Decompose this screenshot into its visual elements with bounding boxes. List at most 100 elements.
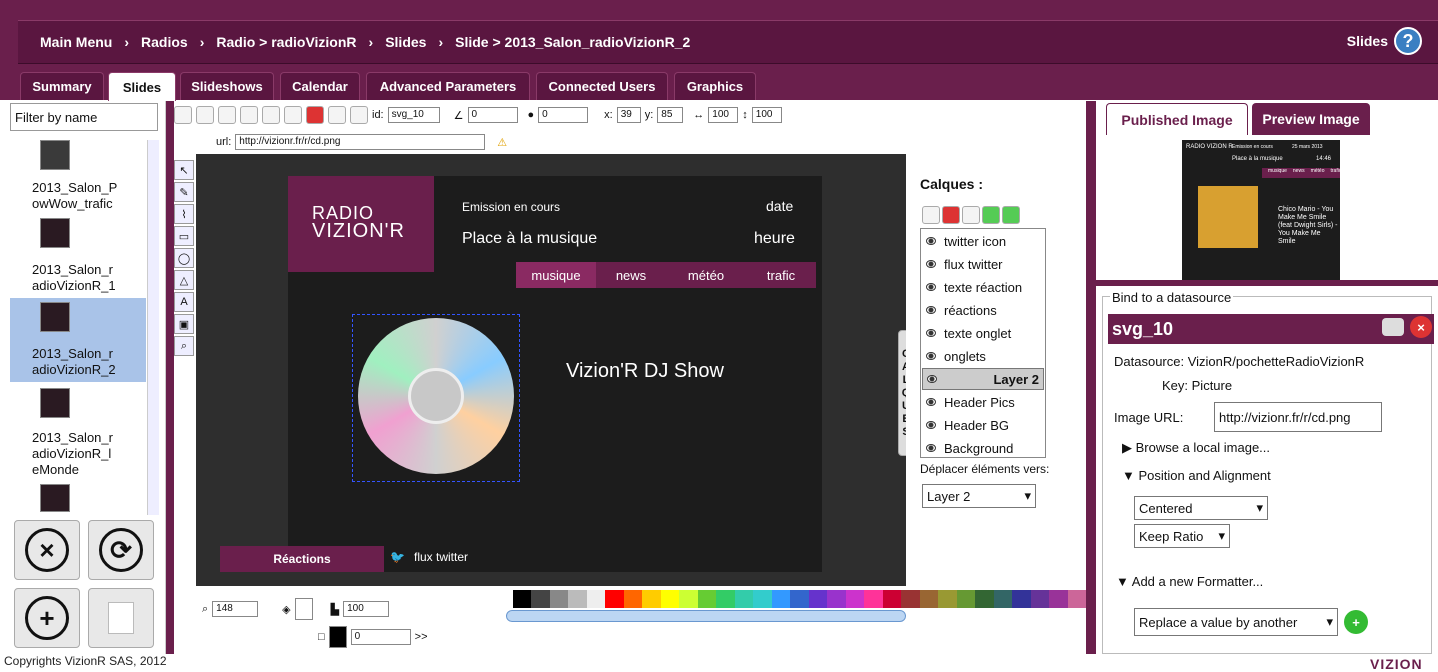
help-icon[interactable]: ? bbox=[1394, 27, 1422, 55]
color-swatch[interactable] bbox=[882, 590, 901, 608]
url-field[interactable]: http://vizionr.fr/r/cd.png bbox=[235, 134, 486, 150]
stroke-width-field[interactable]: 0 bbox=[350, 629, 411, 645]
color-swatch[interactable] bbox=[568, 590, 587, 608]
x-field[interactable]: 39 bbox=[616, 107, 641, 123]
eye-icon[interactable] bbox=[926, 352, 936, 360]
list-item[interactable]: 2013_Salon_r adioVizionR_2 bbox=[32, 346, 142, 378]
select-tool-icon[interactable]: ↖ bbox=[174, 160, 194, 180]
tab-published-image[interactable]: Published Image bbox=[1106, 103, 1248, 135]
refresh-button[interactable]: ⟳ bbox=[88, 520, 154, 580]
height-field[interactable]: 100 bbox=[751, 107, 782, 123]
eye-icon[interactable] bbox=[926, 237, 936, 245]
color-swatch[interactable] bbox=[753, 590, 772, 608]
clone-icon[interactable] bbox=[284, 106, 302, 124]
tab-connected-users[interactable]: Connected Users bbox=[536, 72, 668, 100]
bring-front-icon[interactable] bbox=[328, 106, 346, 124]
list-item[interactable]: 2013_Salon_r adioVizionR_1 bbox=[32, 262, 142, 294]
color-swatch[interactable] bbox=[494, 590, 513, 608]
tab-summary[interactable]: Summary bbox=[20, 72, 104, 100]
color-swatch[interactable] bbox=[1067, 590, 1086, 608]
color-swatch[interactable] bbox=[1030, 590, 1049, 608]
slide-thumbnail[interactable] bbox=[40, 302, 70, 332]
color-swatch[interactable] bbox=[623, 590, 642, 608]
eye-icon[interactable] bbox=[926, 283, 936, 291]
color-swatch[interactable] bbox=[845, 590, 864, 608]
color-swatch[interactable] bbox=[697, 590, 716, 608]
path-tool-icon[interactable]: ⌇ bbox=[174, 204, 194, 224]
rect-tool-icon[interactable]: ▭ bbox=[174, 226, 194, 246]
color-swatch[interactable] bbox=[919, 590, 938, 608]
delete-layer-icon[interactable] bbox=[942, 206, 960, 224]
stroke-swatch[interactable] bbox=[328, 626, 347, 648]
color-swatch[interactable] bbox=[734, 590, 753, 608]
breadcrumb-slides[interactable]: Slides bbox=[385, 34, 426, 50]
eye-icon[interactable] bbox=[926, 260, 936, 268]
layer-item-selected[interactable]: Layer 2 bbox=[922, 368, 1044, 390]
layer-item[interactable]: Header Pics bbox=[922, 391, 1044, 413]
color-swatch[interactable] bbox=[679, 590, 698, 608]
tab-preview-image[interactable]: Preview Image bbox=[1252, 103, 1370, 135]
formatter-select[interactable]: Replace a value by another ▾ bbox=[1134, 608, 1338, 636]
color-swatch[interactable] bbox=[642, 590, 661, 608]
color-swatch[interactable] bbox=[1049, 590, 1068, 608]
duplicate-slide-button[interactable] bbox=[88, 588, 154, 648]
tab-calendar[interactable]: Calendar bbox=[280, 72, 360, 100]
text-tool-icon[interactable]: A bbox=[174, 292, 194, 312]
color-swatch[interactable] bbox=[864, 590, 883, 608]
ratio-select[interactable]: Keep Ratio ▾ bbox=[1134, 524, 1230, 548]
key-icon[interactable] bbox=[1382, 318, 1404, 336]
slide-thumbnail[interactable] bbox=[40, 218, 70, 248]
layer-item[interactable]: réactions bbox=[922, 299, 1044, 321]
undo-icon[interactable] bbox=[240, 106, 258, 124]
zoom-tool-icon[interactable]: ⌕ bbox=[174, 336, 194, 356]
id-field[interactable]: svg_10 bbox=[387, 107, 440, 123]
tab-slides[interactable]: Slides bbox=[108, 72, 176, 101]
color-swatch[interactable] bbox=[531, 590, 550, 608]
color-swatch[interactable] bbox=[901, 590, 920, 608]
image-tool-icon[interactable]: ▣ bbox=[174, 314, 194, 334]
splitter-right[interactable] bbox=[1086, 101, 1096, 654]
more-button[interactable]: >> bbox=[415, 631, 428, 643]
breadcrumb-radios[interactable]: Radios bbox=[141, 34, 188, 50]
slide-thumbnail[interactable] bbox=[40, 140, 70, 170]
eye-icon[interactable] bbox=[926, 329, 936, 337]
sidebar-scrollbar[interactable] bbox=[147, 140, 159, 515]
group-icon[interactable] bbox=[218, 106, 236, 124]
align-select[interactable]: Centered ▾ bbox=[1134, 496, 1268, 520]
fill-swatch[interactable] bbox=[294, 598, 313, 620]
zoom-field[interactable]: 148 bbox=[212, 601, 259, 617]
close-icon[interactable]: × bbox=[1410, 316, 1432, 338]
color-swatch[interactable] bbox=[827, 590, 846, 608]
palette-scrollbar[interactable] bbox=[506, 610, 906, 622]
redo-icon[interactable] bbox=[262, 106, 280, 124]
move-to-select[interactable]: Layer 2 ▾ bbox=[922, 484, 1036, 508]
angle-field[interactable]: 0 bbox=[467, 107, 518, 123]
layer-item[interactable]: onglets bbox=[922, 345, 1044, 367]
layer-item[interactable]: texte onglet bbox=[922, 322, 1044, 344]
eye-icon[interactable] bbox=[926, 421, 936, 429]
layer-item[interactable]: twitter icon bbox=[922, 230, 1044, 252]
tab-slideshows[interactable]: Slideshows bbox=[180, 72, 274, 100]
filter-input[interactable]: Filter by name bbox=[10, 103, 158, 131]
list-item[interactable]: 2013_Salon_P owWow_trafic bbox=[32, 180, 142, 212]
color-swatch[interactable] bbox=[660, 590, 679, 608]
color-swatch[interactable] bbox=[512, 590, 531, 608]
color-swatch[interactable] bbox=[549, 590, 568, 608]
width-field[interactable]: 100 bbox=[708, 107, 739, 123]
align-icon[interactable] bbox=[196, 106, 214, 124]
color-swatch[interactable] bbox=[586, 590, 605, 608]
color-swatch[interactable] bbox=[605, 590, 624, 608]
tab-advanced-parameters[interactable]: Advanced Parameters bbox=[366, 72, 530, 100]
pencil-tool-icon[interactable]: ✎ bbox=[174, 182, 194, 202]
blur-field[interactable]: 0 bbox=[538, 107, 589, 123]
delete-icon[interactable] bbox=[306, 106, 324, 124]
layer-item[interactable]: Header BG bbox=[922, 414, 1044, 436]
formatter-toggle[interactable]: ▼ Add a new Formatter... bbox=[1116, 574, 1263, 589]
color-swatch[interactable] bbox=[975, 590, 994, 608]
new-layer-icon[interactable] bbox=[922, 206, 940, 224]
splitter-left[interactable] bbox=[166, 101, 174, 654]
opacity-field[interactable]: 100 bbox=[343, 601, 390, 617]
image-url-field[interactable]: http://vizionr.fr/r/cd.png bbox=[1214, 402, 1382, 432]
color-swatch[interactable] bbox=[790, 590, 809, 608]
right-splitter[interactable] bbox=[1096, 280, 1438, 286]
